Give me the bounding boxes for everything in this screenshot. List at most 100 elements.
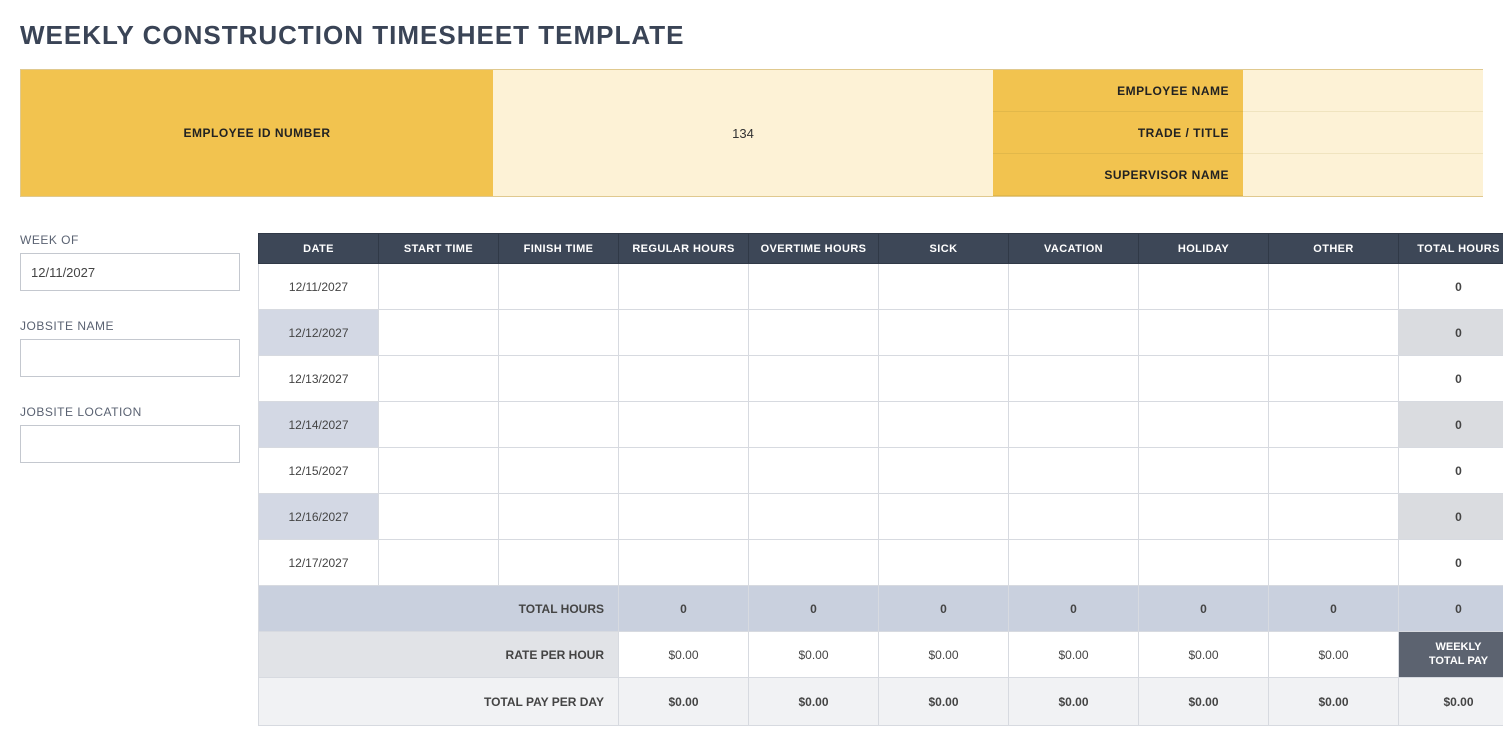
rate-overtime[interactable]: $0.00 (749, 632, 879, 678)
employee-id-field[interactable]: 134 (493, 70, 993, 196)
trade-title-field[interactable] (1243, 112, 1483, 154)
total-cell: 0 (1399, 356, 1503, 402)
finish-cell[interactable] (499, 494, 619, 540)
start-cell[interactable] (379, 540, 499, 586)
other-cell[interactable] (1269, 264, 1399, 310)
pay-overtime: $0.00 (749, 678, 879, 726)
totals-row: TOTAL HOURS 0 0 0 0 0 0 0 (259, 586, 1503, 632)
start-cell[interactable] (379, 310, 499, 356)
sick-cell[interactable] (879, 402, 1009, 448)
overtime-cell[interactable] (749, 540, 879, 586)
other-cell[interactable] (1269, 494, 1399, 540)
start-cell[interactable] (379, 402, 499, 448)
total-cell: 0 (1399, 310, 1503, 356)
start-cell[interactable] (379, 356, 499, 402)
other-cell[interactable] (1269, 448, 1399, 494)
date-cell: 12/16/2027 (259, 494, 379, 540)
totals-sick: 0 (879, 586, 1009, 632)
overtime-cell[interactable] (749, 264, 879, 310)
finish-cell[interactable] (499, 264, 619, 310)
sick-cell[interactable] (879, 448, 1009, 494)
regular-cell[interactable] (619, 494, 749, 540)
finish-cell[interactable] (499, 356, 619, 402)
regular-cell[interactable] (619, 540, 749, 586)
finish-cell[interactable] (499, 402, 619, 448)
vacation-cell[interactable] (1009, 540, 1139, 586)
pay-other: $0.00 (1269, 678, 1399, 726)
vacation-cell[interactable] (1009, 402, 1139, 448)
supervisor-name-field[interactable] (1243, 154, 1483, 196)
employee-id-label: EMPLOYEE ID NUMBER (21, 70, 493, 196)
rate-holiday[interactable]: $0.00 (1139, 632, 1269, 678)
rate-label: RATE PER HOUR (259, 632, 619, 678)
overtime-cell[interactable] (749, 356, 879, 402)
pay-sick: $0.00 (879, 678, 1009, 726)
table-header-row: DATE START TIME FINISH TIME REGULAR HOUR… (259, 234, 1503, 264)
vacation-cell[interactable] (1009, 310, 1139, 356)
vacation-cell[interactable] (1009, 494, 1139, 540)
rate-other[interactable]: $0.00 (1269, 632, 1399, 678)
start-cell[interactable] (379, 264, 499, 310)
overtime-cell[interactable] (749, 310, 879, 356)
vacation-cell[interactable] (1009, 356, 1139, 402)
pay-holiday: $0.00 (1139, 678, 1269, 726)
holiday-cell[interactable] (1139, 402, 1269, 448)
overtime-cell[interactable] (749, 448, 879, 494)
employee-name-field[interactable] (1243, 70, 1483, 112)
table-row: 12/17/20270 (259, 540, 1503, 586)
vacation-cell[interactable] (1009, 448, 1139, 494)
holiday-cell[interactable] (1139, 448, 1269, 494)
week-of-label: WEEK OF (20, 233, 240, 247)
jobsite-name-label: JOBSITE NAME (20, 319, 240, 333)
col-finish: FINISH TIME (499, 234, 619, 264)
weekly-total-pay-label: WEEKLY TOTAL PAY (1399, 632, 1503, 678)
col-start: START TIME (379, 234, 499, 264)
holiday-cell[interactable] (1139, 310, 1269, 356)
other-cell[interactable] (1269, 310, 1399, 356)
col-overtime: OVERTIME HOURS (749, 234, 879, 264)
jobsite-location-field[interactable] (20, 425, 240, 463)
rate-vacation[interactable]: $0.00 (1009, 632, 1139, 678)
finish-cell[interactable] (499, 540, 619, 586)
regular-cell[interactable] (619, 264, 749, 310)
other-cell[interactable] (1269, 540, 1399, 586)
totals-other: 0 (1269, 586, 1399, 632)
regular-cell[interactable] (619, 402, 749, 448)
other-cell[interactable] (1269, 402, 1399, 448)
col-other: OTHER (1269, 234, 1399, 264)
jobsite-name-field[interactable] (20, 339, 240, 377)
sick-cell[interactable] (879, 494, 1009, 540)
other-cell[interactable] (1269, 356, 1399, 402)
regular-cell[interactable] (619, 310, 749, 356)
rate-sick[interactable]: $0.00 (879, 632, 1009, 678)
supervisor-name-label: SUPERVISOR NAME (993, 154, 1243, 196)
sick-cell[interactable] (879, 356, 1009, 402)
overtime-cell[interactable] (749, 402, 879, 448)
holiday-cell[interactable] (1139, 356, 1269, 402)
sick-cell[interactable] (879, 540, 1009, 586)
holiday-cell[interactable] (1139, 264, 1269, 310)
timesheet-table: DATE START TIME FINISH TIME REGULAR HOUR… (258, 233, 1503, 726)
vacation-cell[interactable] (1009, 264, 1139, 310)
holiday-cell[interactable] (1139, 494, 1269, 540)
sick-cell[interactable] (879, 310, 1009, 356)
totals-vacation: 0 (1009, 586, 1139, 632)
start-cell[interactable] (379, 448, 499, 494)
week-of-field[interactable]: 12/11/2027 (20, 253, 240, 291)
date-cell: 12/13/2027 (259, 356, 379, 402)
regular-cell[interactable] (619, 356, 749, 402)
table-row: 12/16/20270 (259, 494, 1503, 540)
table-row: 12/15/20270 (259, 448, 1503, 494)
finish-cell[interactable] (499, 310, 619, 356)
regular-cell[interactable] (619, 448, 749, 494)
holiday-cell[interactable] (1139, 540, 1269, 586)
trade-title-label: TRADE / TITLE (993, 112, 1243, 154)
sick-cell[interactable] (879, 264, 1009, 310)
date-cell: 12/12/2027 (259, 310, 379, 356)
overtime-cell[interactable] (749, 494, 879, 540)
finish-cell[interactable] (499, 448, 619, 494)
start-cell[interactable] (379, 494, 499, 540)
rate-regular[interactable]: $0.00 (619, 632, 749, 678)
pay-vacation: $0.00 (1009, 678, 1139, 726)
table-row: 12/12/2027 0 (259, 310, 1503, 356)
